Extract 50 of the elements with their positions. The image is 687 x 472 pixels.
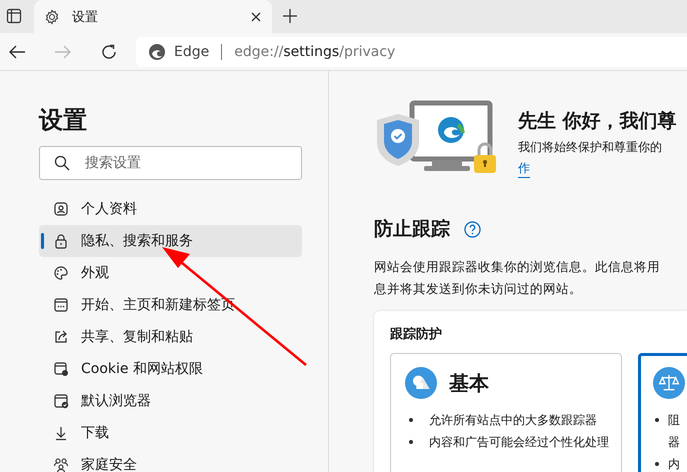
tab-title: 设置 <box>72 8 99 26</box>
search-icon <box>54 155 70 171</box>
description-text: 息并将其发送到你未访问过的网站。 <box>374 280 583 298</box>
close-icon[interactable] <box>250 10 262 22</box>
sidebar-item[interactable]: 家庭安全 <box>39 449 302 472</box>
browser-tab[interactable]: 设置 <box>34 0 272 33</box>
family-icon <box>53 457 69 472</box>
browser-icon <box>53 393 69 409</box>
profile-icon <box>53 201 69 217</box>
tab-actions-icon[interactable] <box>6 8 22 24</box>
bullet-text: 允许所有站点中的大多数跟踪器 <box>429 412 597 429</box>
site-label: Edge <box>174 44 210 60</box>
section-title: 防止跟踪 <box>374 217 450 242</box>
sidebar-item[interactable]: 默认浏览器 <box>39 385 302 417</box>
share-icon <box>53 329 69 345</box>
option-card[interactable]: 阻 器 内 <box>638 353 687 472</box>
bullet-text: 阻 器 <box>668 412 680 451</box>
option-card[interactable]: 基本 允许所有站点中的大多数跟踪器 内容和广告可能会经过个性化处理 <box>390 353 622 472</box>
bullet-dot <box>655 418 659 422</box>
palette-icon <box>53 265 69 281</box>
banner-title: 先生 你好，我们尊 <box>518 109 677 134</box>
forward-icon <box>54 44 72 60</box>
learn-more-link[interactable]: 作 <box>518 160 530 178</box>
help-icon[interactable] <box>464 220 481 238</box>
gear-icon <box>44 8 60 24</box>
panel-title: 跟踪防护 <box>390 326 443 343</box>
search-field[interactable]: 搜索设置 <box>39 146 302 180</box>
sidebar-item[interactable]: 隐私、搜索和服务 <box>39 225 302 257</box>
sidebar-item[interactable]: 共享、复制和粘贴 <box>39 321 302 353</box>
bullet-text: 内 <box>668 456 680 472</box>
sidebar-item[interactable]: Cookie 和网站权限 <box>39 353 302 385</box>
bullet-text: 内容和广告可能会经过个性化处理 <box>429 434 609 451</box>
refresh-icon[interactable] <box>100 42 118 60</box>
bullet-dot <box>655 462 659 466</box>
description-text: 网站会使用跟踪器收集你的浏览信息。此信息将用 <box>374 258 661 276</box>
download-icon <box>53 425 69 441</box>
url-text: edge://settings/privacy <box>234 44 396 60</box>
bullet-dot <box>409 440 413 444</box>
bullet-dot <box>409 418 413 422</box>
back-icon[interactable] <box>8 44 26 60</box>
option-title: 基本 <box>449 370 489 396</box>
lock-icon <box>53 233 69 249</box>
shapes-icon <box>405 367 437 399</box>
sidebar-item[interactable]: 外观 <box>39 257 302 289</box>
address-bar[interactable]: Edge edge://settings/privacy <box>136 36 687 66</box>
sidebar-item[interactable]: 下载 <box>39 417 302 449</box>
sidebar-item[interactable]: 个人资料 <box>39 193 302 225</box>
page-title: 设置 <box>39 105 88 136</box>
banner-text: 我们将始终保护和尊重你的 <box>518 139 663 156</box>
new-tab-icon[interactable] <box>283 9 297 23</box>
